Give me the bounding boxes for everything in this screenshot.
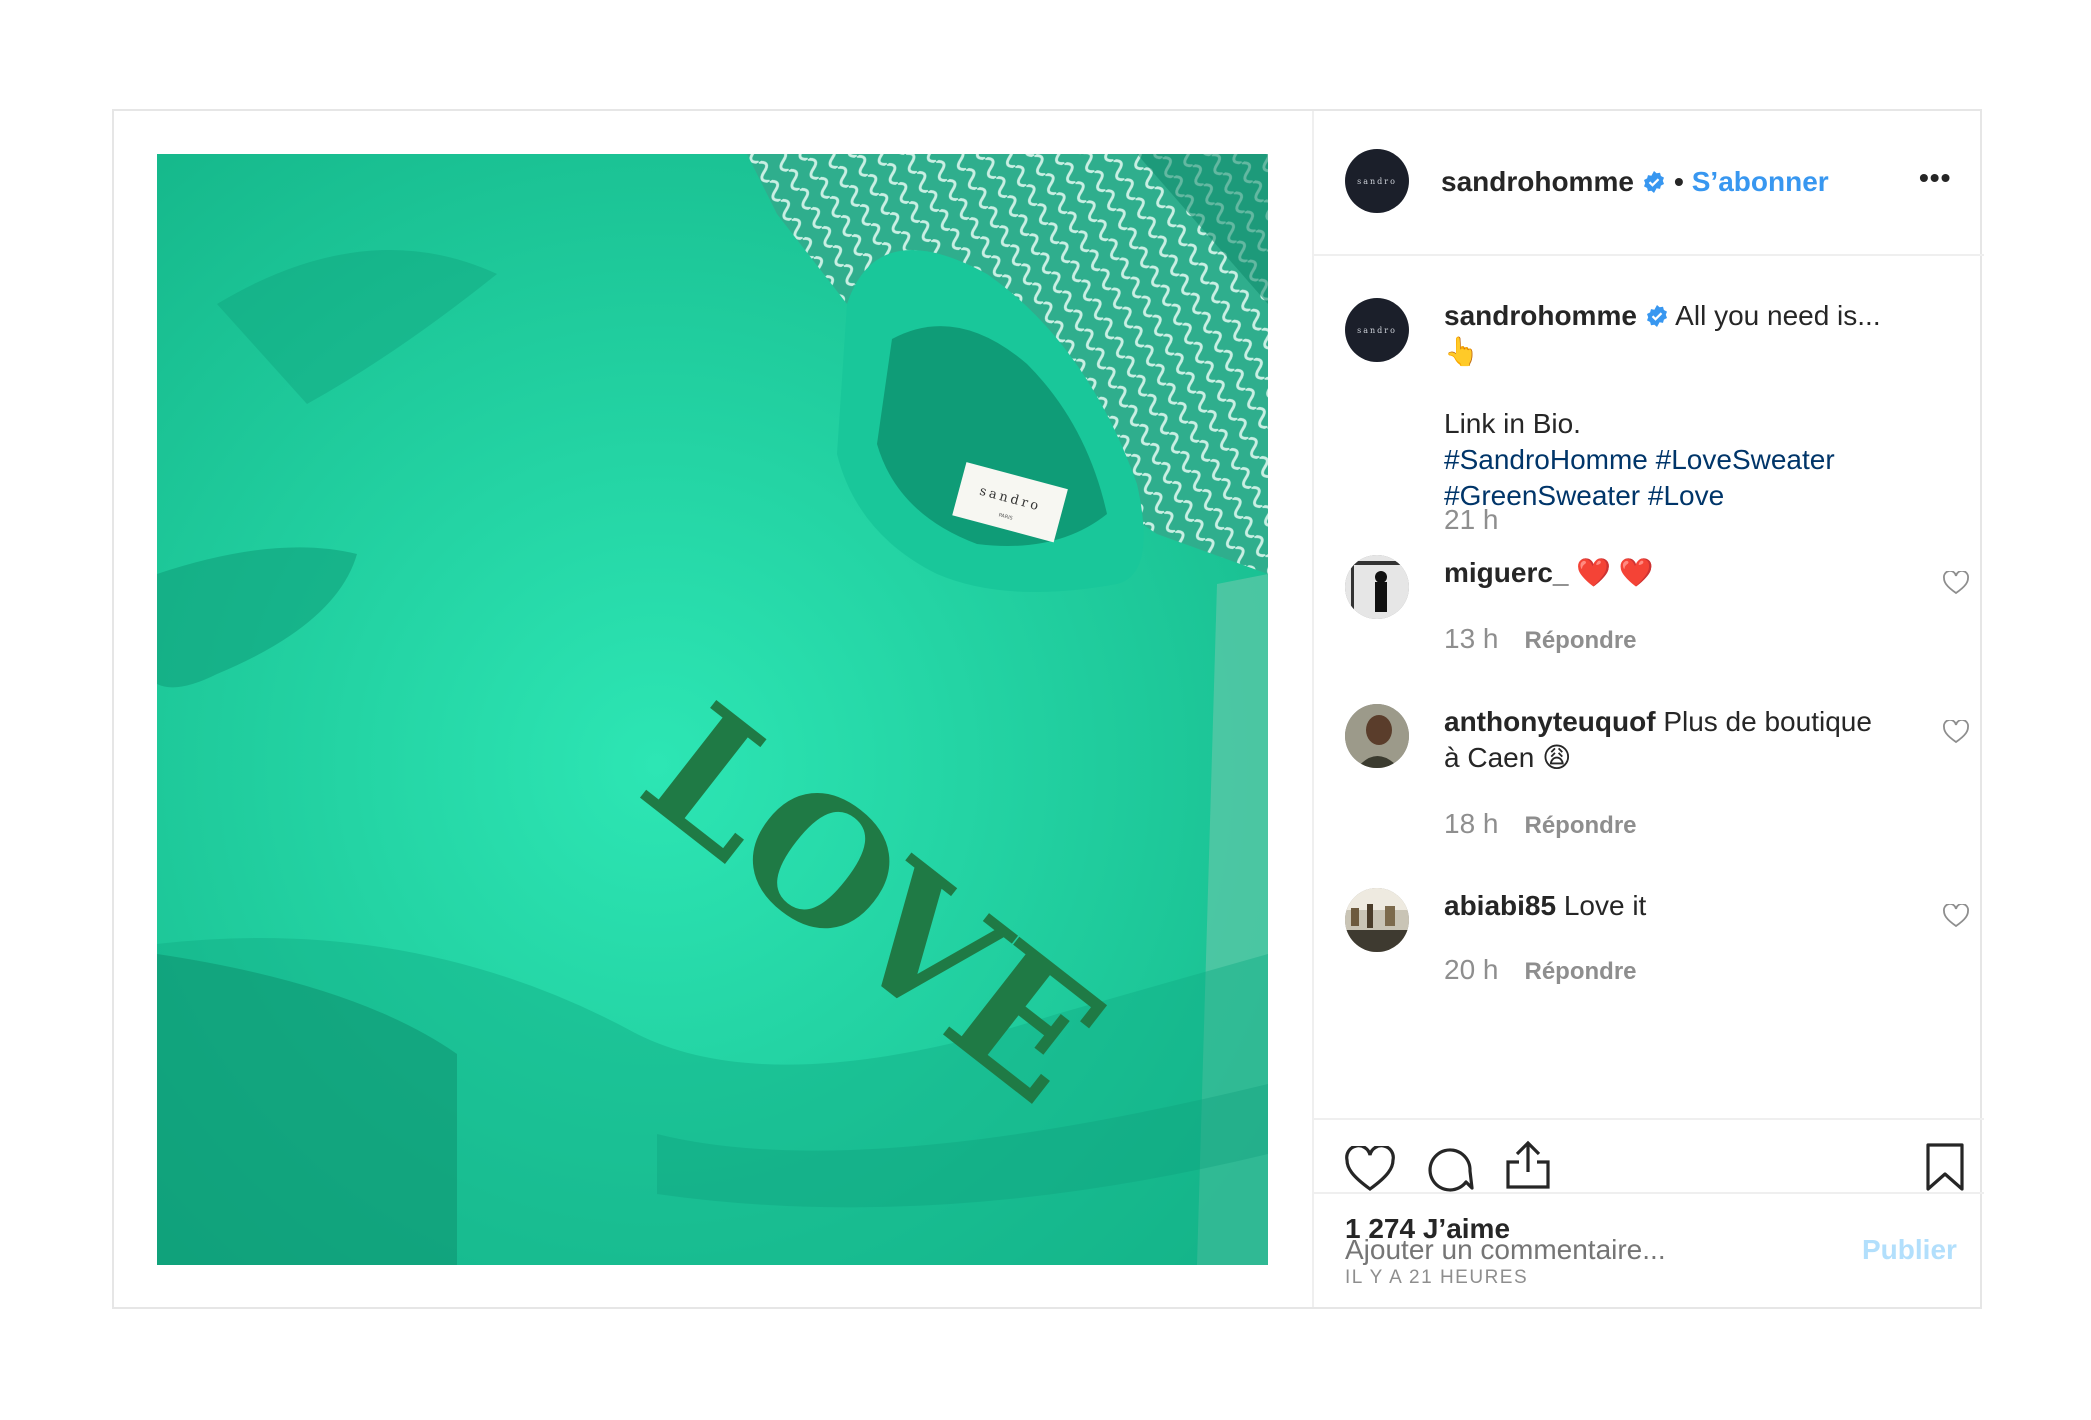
avatar-photo: [1345, 704, 1409, 768]
reply-button[interactable]: Répondre: [1525, 812, 1637, 839]
commenter-avatar[interactable]: [1345, 704, 1409, 768]
commenter-avatar[interactable]: [1345, 888, 1409, 952]
comment-meta: 13 h Répondre: [1444, 623, 1637, 655]
share-icon[interactable]: [1505, 1140, 1551, 1190]
comment-username[interactable]: anthonyteuquof: [1444, 706, 1656, 737]
comments-list[interactable]: sandro sandrohomme All you need is... 👆 …: [1314, 258, 1984, 1118]
caption-line2: Link in Bio.: [1444, 408, 1581, 439]
comment-time: 20 h: [1444, 954, 1499, 985]
comment-text-line2: à Caen 😩: [1444, 742, 1572, 773]
verified-badge-icon: [1646, 305, 1667, 327]
like-comment-heart-icon[interactable]: [1943, 904, 1969, 928]
comment-icon[interactable]: [1426, 1144, 1474, 1192]
comment-meta: 20 h Répondre: [1444, 954, 1637, 986]
author-username[interactable]: sandrohomme: [1441, 166, 1634, 197]
bookmark-icon[interactable]: [1925, 1142, 1965, 1192]
like-comment-heart-icon[interactable]: [1943, 720, 1969, 744]
post-sidebar: sandro sandrohomme • S’abonner ••• sandro …: [1312, 111, 1984, 1307]
caption-avatar[interactable]: sandro: [1345, 298, 1409, 362]
caption-time: 21 h: [1444, 504, 1499, 535]
comment-body: miguerc_ ❤️ ❤️: [1444, 555, 1904, 591]
caption-username[interactable]: sandrohomme: [1444, 300, 1637, 331]
like-comment-heart-icon[interactable]: [1943, 571, 1969, 595]
verified-badge-icon: [1643, 171, 1664, 193]
comment-text: Love it: [1563, 890, 1647, 921]
caption-body: sandrohomme All you need is... 👆 Link in…: [1444, 298, 1904, 514]
comment-username[interactable]: abiabi85: [1444, 890, 1556, 921]
header-line: sandrohomme • S’abonner: [1441, 166, 1829, 198]
publish-button[interactable]: Publier: [1862, 1234, 1957, 1266]
follow-button[interactable]: S’abonner: [1692, 166, 1829, 197]
comment-text: ❤️ ❤️: [1576, 557, 1654, 588]
avatar-photo: [1345, 888, 1409, 952]
comment-text: Plus de boutique: [1663, 706, 1872, 737]
comment-time: 18 h: [1444, 808, 1499, 839]
post-image[interactable]: sandro PARIS LOVE: [157, 154, 1268, 1265]
comment-meta: 18 h Répondre: [1444, 808, 1637, 840]
comment-time: 13 h: [1444, 623, 1499, 654]
commenter-avatar[interactable]: [1345, 555, 1409, 619]
reply-button[interactable]: Répondre: [1525, 958, 1637, 985]
heart-icon[interactable]: [1345, 1146, 1395, 1192]
add-comment-bar: Publier: [1314, 1192, 1984, 1307]
instagram-post: sandro PARIS LOVE sandro sandrohomme • S’a…: [112, 109, 1984, 1309]
avatar-photo: [1345, 555, 1409, 619]
comment-input[interactable]: [1345, 1234, 1825, 1266]
separator-dot: •: [1673, 166, 1684, 197]
reply-button[interactable]: Répondre: [1525, 627, 1637, 654]
comment-body: abiabi85 Love it: [1444, 888, 1904, 924]
hashtags-line1[interactable]: #SandroHomme #LoveSweater: [1444, 442, 1904, 478]
comment-body: anthonyteuquof Plus de boutique à Caen 😩: [1444, 704, 1904, 776]
author-avatar[interactable]: sandro: [1345, 149, 1409, 213]
caption-text: All you need is...: [1675, 300, 1881, 331]
more-icon[interactable]: •••: [1919, 164, 1951, 192]
hashtags-line2[interactable]: #GreenSweater #Love: [1444, 478, 1904, 514]
post-header: sandro sandrohomme • S’abonner •••: [1314, 111, 1984, 256]
pointing-up-emoji: 👆: [1444, 336, 1479, 367]
green-sweater-photo: sandro PARIS LOVE: [157, 154, 1268, 1265]
comment-username[interactable]: miguerc_: [1444, 557, 1569, 588]
